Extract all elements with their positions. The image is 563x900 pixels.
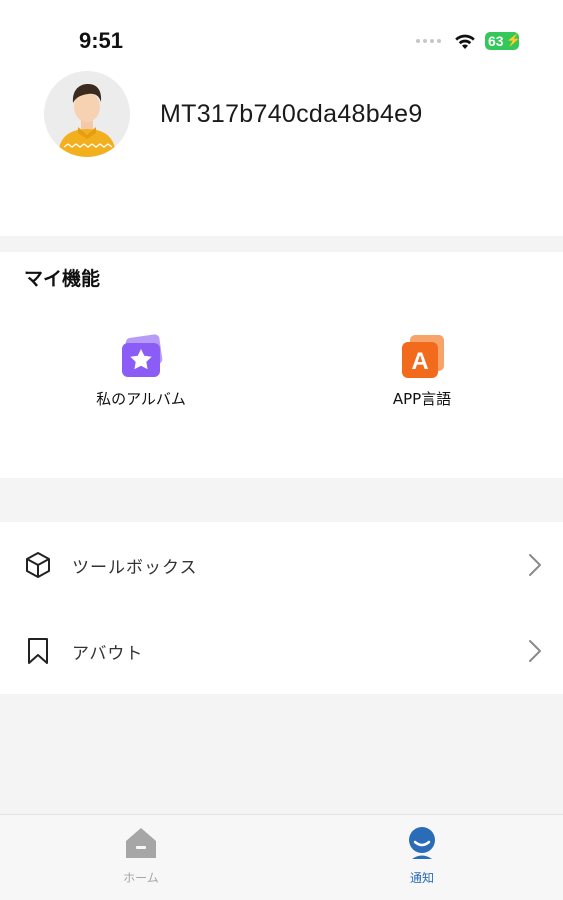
battery-icon: 63 ⚡ [485, 32, 521, 50]
profile-header: 9:51 63 ⚡ MT317b740cda48b4e9 [0, 0, 563, 236]
menu-item-label: ツールボックス [72, 557, 198, 578]
album-star-icon [122, 334, 163, 377]
chevron-right-icon [529, 640, 541, 662]
username: MT317b740cda48b4e9 [160, 100, 423, 128]
bookmark-icon [28, 638, 48, 664]
menu-item-label: アバウト [72, 643, 144, 664]
wifi-icon [455, 34, 475, 49]
tab-home[interactable]: ホーム [91, 825, 191, 886]
home-icon [126, 828, 156, 858]
svg-text:A: A [411, 348, 428, 375]
bottom-tab-bar: ホーム 通知 [0, 814, 563, 900]
my-album-button[interactable]: 私のアルバム [61, 334, 221, 409]
status-indicators: 63 ⚡ [416, 30, 521, 52]
my-functions-section: マイ機能 私のアルバム A APP言語 [0, 252, 563, 478]
chevron-right-icon [529, 554, 541, 576]
tab-label: ホーム [123, 871, 159, 885]
settings-menu: ツールボックス アバウト [0, 522, 563, 694]
language-a-icon: A [402, 335, 444, 378]
charging-bolt-icon: ⚡ [506, 33, 521, 47]
app-language-label: APP言語 [392, 390, 452, 408]
menu-item-about[interactable]: アバウト [0, 608, 563, 694]
battery-level: 63 [488, 33, 504, 49]
section-title: マイ機能 [24, 268, 101, 290]
cellular-signal-icon [416, 39, 441, 43]
box-icon [26, 552, 50, 578]
user-avatar-icon[interactable] [44, 71, 130, 157]
app-language-button[interactable]: A APP言語 [342, 334, 502, 409]
user-circle-icon [409, 827, 435, 859]
tab-notifications[interactable]: 通知 [372, 825, 472, 886]
status-time: 9:51 [79, 28, 124, 53]
tab-label: 通知 [409, 871, 434, 885]
menu-item-toolbox[interactable]: ツールボックス [0, 522, 563, 608]
my-album-label: 私のアルバム [96, 390, 186, 408]
